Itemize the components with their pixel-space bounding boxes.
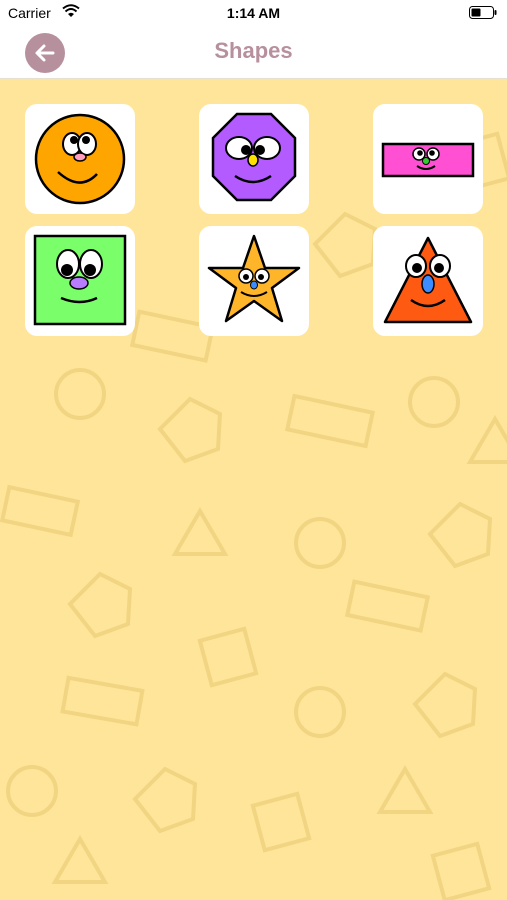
circle-face-icon	[34, 113, 126, 205]
octagon-face-icon	[211, 112, 297, 202]
star-face-icon	[207, 234, 301, 323]
shape-tile-rectangle[interactable]	[373, 104, 483, 214]
battery-icon	[469, 6, 497, 19]
square-face-icon	[33, 234, 127, 326]
shape-tile-star[interactable]	[199, 226, 309, 336]
rectangle-face-icon	[381, 142, 475, 178]
shape-tile-circle[interactable]	[25, 104, 135, 214]
status-bar: Carrier 1:14 AM	[0, 0, 507, 26]
triangle-face-icon	[383, 236, 473, 324]
page-title: Shapes	[214, 38, 293, 63]
nav-bar: Shapes	[0, 26, 507, 79]
shape-tile-triangle[interactable]	[373, 226, 483, 336]
shapes-content	[0, 79, 507, 900]
status-time: 1:14 AM	[226, 5, 281, 21]
shape-tile-octagon[interactable]	[199, 104, 309, 214]
shape-tile-square[interactable]	[25, 226, 135, 336]
